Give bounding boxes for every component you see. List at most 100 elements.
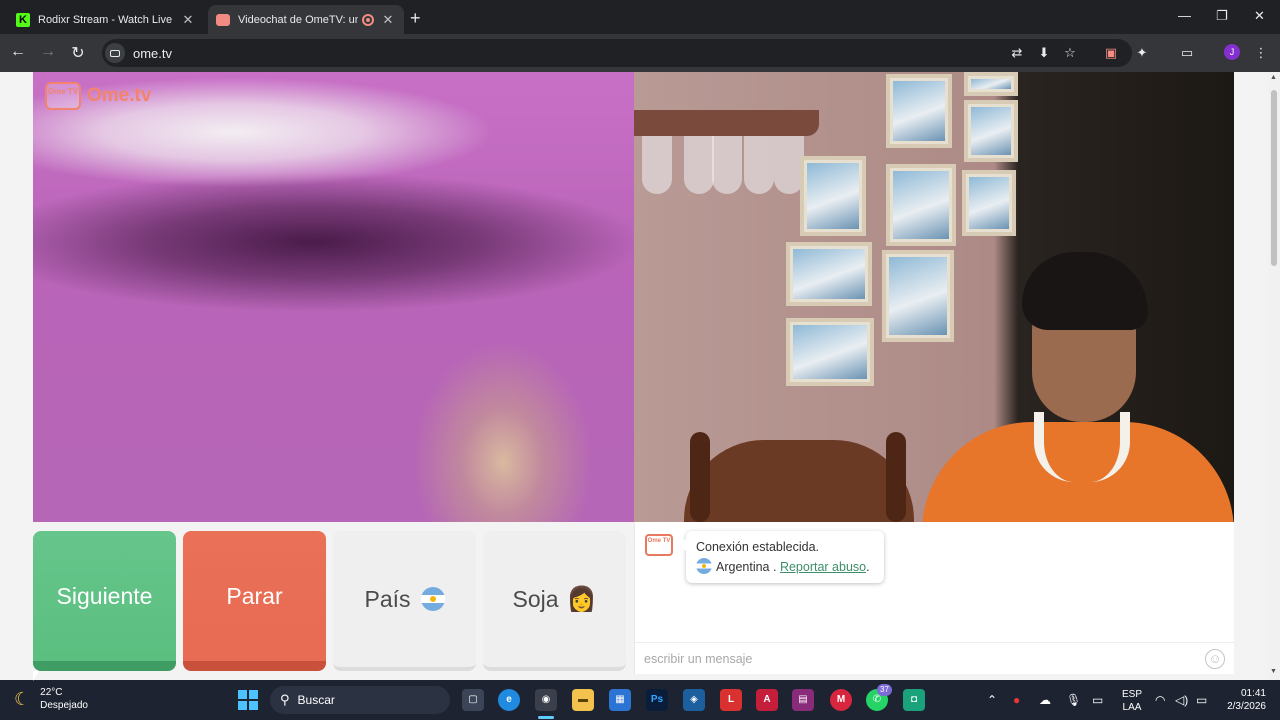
scrollbar-thumb[interactable] <box>1271 90 1277 266</box>
app-l-icon[interactable]: L <box>720 689 742 711</box>
active-app-indicator <box>538 716 554 719</box>
chair-post <box>886 432 906 522</box>
kick-favicon-icon: K <box>16 12 30 27</box>
photo-frame <box>886 74 952 148</box>
gender-label: Soja <box>512 585 559 612</box>
new-tab-button[interactable]: + <box>410 8 421 29</box>
photo-frame <box>786 242 872 306</box>
message-input[interactable] <box>644 651 1184 666</box>
stop-button[interactable]: Parar <box>183 531 326 671</box>
wine-shelf <box>634 110 819 136</box>
recording-indicator-icon <box>362 13 374 26</box>
stranger-person <box>922 252 1234 522</box>
tab-close-icon[interactable]: ✕ <box>180 12 196 28</box>
edge-icon[interactable]: e <box>498 689 520 711</box>
next-button[interactable]: Siguiente <box>33 531 176 671</box>
scroll-up-icon[interactable]: ▲ <box>1270 74 1277 81</box>
menu-kebab-icon[interactable]: ⋮ <box>1253 45 1269 61</box>
separator: . <box>769 560 780 574</box>
minimize-button[interactable]: — <box>1178 8 1191 23</box>
wine-glass <box>684 136 714 194</box>
app-game-icon[interactable]: ◘ <box>903 689 925 711</box>
browser-tab-strip: K Rodixr Stream - Watch Live on Kick ✕ V… <box>0 0 1280 34</box>
back-arrow-icon[interactable]: ← <box>8 43 28 61</box>
close-window-button[interactable]: ✕ <box>1254 8 1265 24</box>
site-info-icon[interactable] <box>105 43 125 63</box>
page-scrollbar[interactable]: ▲ ▼ <box>1268 72 1280 680</box>
hair <box>1022 252 1148 330</box>
country-label: País <box>364 585 411 612</box>
wine-glass <box>712 136 742 194</box>
photo-frame <box>886 164 956 246</box>
microphone-icon[interactable]: 🎙 <box>1066 693 1081 707</box>
extension-record-icon[interactable]: ▣ <box>1103 45 1119 61</box>
tab-title: Videochat de OmeTV: una alternativa <box>238 13 358 26</box>
photo-frame <box>962 170 1016 236</box>
ometv-favicon-icon <box>216 13 230 26</box>
photoshop-icon[interactable]: Ps <box>646 689 668 711</box>
battery-icon[interactable]: ▭ <box>1196 693 1207 707</box>
keyboard-layout: LAA <box>1122 702 1142 713</box>
photo-frame <box>786 318 874 386</box>
display-icon[interactable]: ▭ <box>1092 693 1103 707</box>
maximize-button[interactable]: ❐ <box>1216 8 1228 24</box>
photo-frame <box>800 156 866 236</box>
report-abuse-link[interactable]: Reportar abuso <box>780 560 866 574</box>
volume-icon[interactable]: ◁) <box>1175 693 1188 707</box>
system-message-bubble: Conexión establecida. Argentina . Report… <box>679 531 884 583</box>
install-app-icon[interactable]: ⬇ <box>1036 45 1052 61</box>
autocad-icon[interactable]: A <box>756 689 778 711</box>
taskbar-search[interactable]: ⚲ Buscar <box>270 686 450 714</box>
app-m-icon[interactable]: M <box>830 689 852 711</box>
weather-widget[interactable]: ☾ 22°C Despejado <box>14 686 88 712</box>
extensions-puzzle-icon[interactable]: ✦ <box>1134 45 1150 61</box>
connection-status-text: Conexión establecida. <box>696 540 819 554</box>
country-name: Argentina <box>716 560 770 574</box>
translate-icon[interactable]: ⇄ <box>1009 45 1025 61</box>
forward-arrow-icon[interactable]: → <box>38 43 58 61</box>
country-filter-button[interactable]: País <box>333 531 476 671</box>
tray-m-icon[interactable]: ● <box>1013 693 1020 707</box>
language-code: ESP <box>1122 689 1143 700</box>
onedrive-icon[interactable]: ☁ <box>1039 693 1051 707</box>
language-indicator[interactable]: ESP LAA <box>1122 688 1142 714</box>
self-video-feed: Ome TV Ome.tv <box>33 72 634 522</box>
wine-glass <box>744 136 774 194</box>
wifi-icon[interactable]: ◠ <box>1155 693 1165 707</box>
scroll-down-icon[interactable]: ▼ <box>1270 668 1277 675</box>
chat-input-bar: ☺ <box>635 642 1235 674</box>
system-clock[interactable]: 01:41 2/3/2026 <box>1218 687 1266 713</box>
tab-ometv[interactable]: Videochat de OmeTV: una alternativa ✕ <box>208 5 404 34</box>
whatsapp-badge: 37 <box>877 684 892 696</box>
reload-icon[interactable]: ↻ <box>68 43 88 63</box>
app-cube-icon[interactable]: ◈ <box>683 689 705 711</box>
clock-time: 01:41 <box>1240 688 1266 699</box>
report-suffix: . <box>866 560 870 574</box>
argentina-flag-icon <box>420 587 445 611</box>
side-panel-icon[interactable]: ▭ <box>1179 45 1195 61</box>
profile-avatar[interactable]: J <box>1224 44 1240 60</box>
search-label: Buscar <box>297 693 335 707</box>
chrome-icon[interactable]: ◉ <box>535 689 557 711</box>
photo-frame <box>964 72 1018 96</box>
stranger-country-line: Argentina . Reportar abuso. <box>696 557 874 577</box>
wine-glass <box>642 136 672 194</box>
file-explorer-icon[interactable]: ▬ <box>572 689 594 711</box>
address-bar[interactable]: ome.tv <box>102 39 1132 67</box>
tab-kick-stream[interactable]: K Rodixr Stream - Watch Live on Kick ✕ <box>8 5 204 34</box>
windows-start-icon[interactable] <box>238 690 258 710</box>
winrar-icon[interactable]: ▤ <box>792 689 814 711</box>
url-text[interactable]: ome.tv <box>133 46 172 61</box>
tab-title: Rodixr Stream - Watch Live on Kick <box>38 13 174 26</box>
tab-close-icon[interactable]: ✕ <box>380 12 396 28</box>
emoji-picker-icon[interactable]: ☺ <box>1205 649 1225 669</box>
gender-filter-button[interactable]: Soja 👩 <box>483 531 626 671</box>
task-view-icon[interactable]: ▢ <box>462 689 484 711</box>
argentina-flag-icon <box>696 558 712 574</box>
microsoft-store-icon[interactable]: ▦ <box>609 689 631 711</box>
tray-overflow-chevron-icon[interactable]: ⌃ <box>987 693 997 707</box>
search-icon: ⚲ <box>280 692 290 707</box>
ometv-logo: Ome TV Ome.tv <box>45 82 151 110</box>
ometv-tv-icon: Ome TV <box>645 534 673 556</box>
bookmark-star-icon[interactable]: ☆ <box>1062 45 1078 61</box>
